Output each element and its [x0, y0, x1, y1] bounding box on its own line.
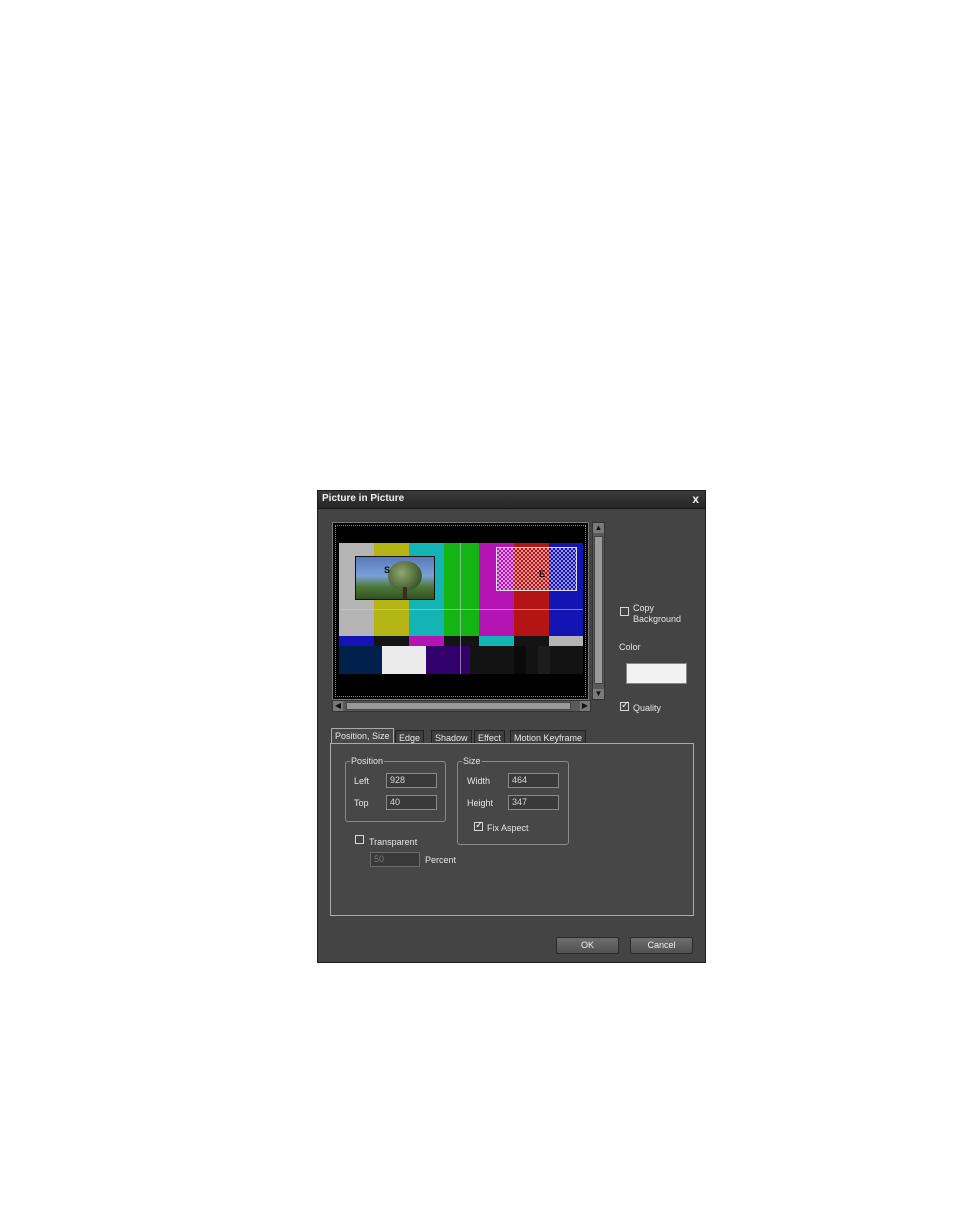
tab-position-size[interactable]: Position, Size: [331, 728, 394, 744]
pip-dialog: Picture in Picture x S E ▲ ▼ ◀ ▶ Copy Ba…: [317, 490, 706, 963]
top-label: Top: [354, 798, 369, 808]
size-group-title: Size: [462, 756, 482, 766]
strip-black1: [374, 636, 409, 646]
close-icon[interactable]: x: [692, 492, 699, 506]
tab-shadow[interactable]: Shadow: [431, 730, 472, 744]
percent-label: Percent: [425, 855, 457, 865]
size-group: Size Width 464 Height 347 Fix Aspect: [457, 756, 569, 845]
fix-aspect-checkbox[interactable]: [474, 820, 483, 831]
horizontal-scrollbar[interactable]: ◀ ▶: [332, 700, 591, 712]
copy-background-checkbox[interactable]: [620, 607, 629, 616]
transparent-percent-input[interactable]: 50: [370, 852, 420, 867]
horizontal-scroll-thumb[interactable]: [346, 702, 571, 710]
pluge-white: [382, 646, 426, 674]
color-label: Color: [619, 642, 641, 652]
tab-edge[interactable]: Edge: [395, 730, 425, 744]
guide-line-v: [460, 543, 461, 674]
bar-green: [444, 543, 479, 636]
ok-button[interactable]: OK: [556, 937, 619, 954]
quality-label: Quality: [633, 703, 662, 713]
strip-black3: [514, 636, 549, 646]
scroll-down-button[interactable]: ▼: [593, 689, 604, 699]
left-label: Left: [354, 776, 370, 786]
position-group: Position Left 928 Top 40: [345, 756, 446, 822]
copy-background-label-line2: Background: [633, 614, 682, 624]
top-input[interactable]: 40: [386, 795, 437, 810]
dialog-title: Picture in Picture: [322, 493, 405, 504]
pip-start-frame[interactable]: S: [355, 556, 435, 600]
quality-checkbox[interactable]: [620, 700, 629, 711]
color-swatch[interactable]: [626, 663, 687, 684]
strip-gray: [549, 636, 583, 646]
transparent-label: Transparent: [369, 837, 418, 847]
left-input[interactable]: 928: [386, 773, 437, 788]
pluge-purple: [426, 646, 470, 674]
position-size-panel: Position Left 928 Top 40 Size Width 464 …: [330, 743, 694, 916]
width-input[interactable]: 464: [508, 773, 559, 788]
pluge-black: [470, 646, 583, 674]
pluge-navy: [339, 646, 382, 674]
vertical-scrollbar[interactable]: ▲ ▼: [592, 522, 605, 700]
pip-end-frame[interactable]: E: [496, 547, 577, 591]
strip-blue: [339, 636, 374, 646]
pluge-dark2: [538, 646, 550, 674]
width-label: Width: [467, 776, 491, 786]
copy-background-label-line1: Copy: [633, 603, 655, 613]
end-marker: E: [539, 569, 546, 579]
scroll-left-button[interactable]: ◀: [333, 701, 343, 711]
tab-effect[interactable]: Effect: [474, 730, 505, 744]
strip-black2: [444, 636, 479, 646]
height-label: Height: [467, 798, 494, 808]
scroll-right-button[interactable]: ▶: [580, 701, 590, 711]
height-input[interactable]: 347: [508, 795, 559, 810]
title-bar: Picture in Picture x: [318, 491, 705, 509]
scroll-up-button[interactable]: ▲: [593, 523, 604, 533]
vertical-scroll-thumb[interactable]: [594, 536, 603, 684]
strip-magenta: [409, 636, 444, 646]
position-group-title: Position: [350, 756, 385, 766]
guide-line-h: [339, 609, 583, 610]
preview-canvas[interactable]: S E: [332, 522, 589, 700]
pluge-dark1: [514, 646, 526, 674]
fix-aspect-label: Fix Aspect: [487, 823, 529, 833]
start-marker: S: [384, 565, 391, 575]
strip-cyan: [479, 636, 514, 646]
tree-trunk: [403, 587, 407, 599]
tab-motion-keyframe[interactable]: Motion Keyframe: [510, 730, 587, 744]
transparent-checkbox[interactable]: [355, 835, 364, 844]
cancel-button[interactable]: Cancel: [630, 937, 693, 954]
